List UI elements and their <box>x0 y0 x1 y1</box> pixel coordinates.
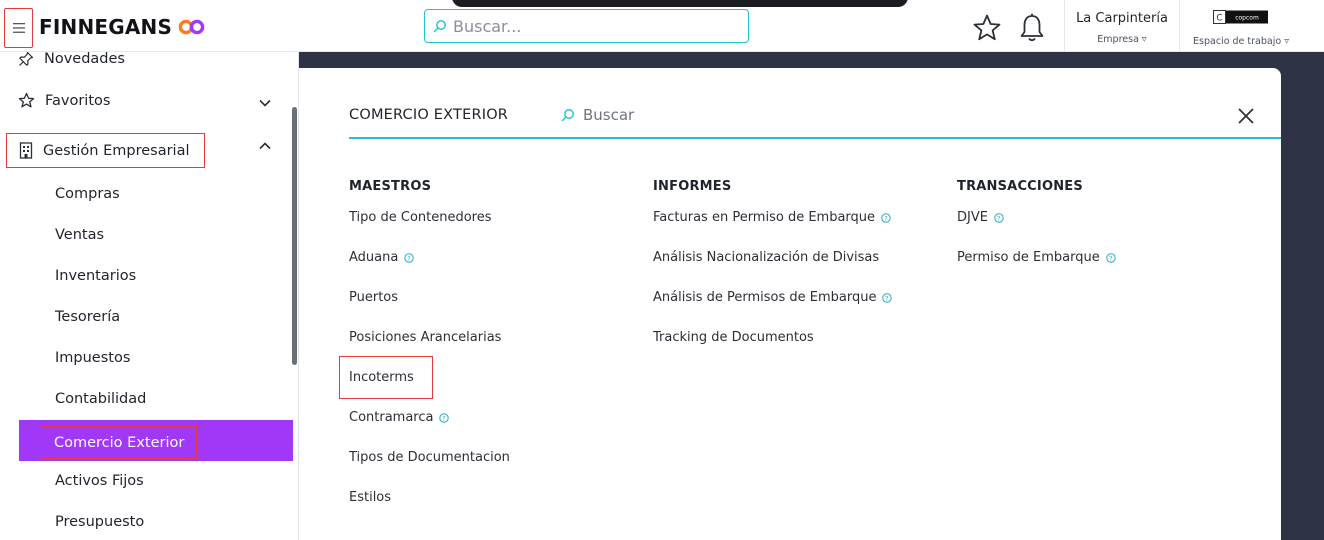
sidebar-item-label: Novedades <box>44 51 125 67</box>
menu-link-estilos[interactable]: Estilos <box>349 490 391 505</box>
sidebar-scrollbar[interactable] <box>292 107 297 365</box>
svg-text:?: ? <box>1109 254 1112 262</box>
svg-text:?: ? <box>443 414 446 422</box>
sidebar-subitem-compras[interactable]: Compras <box>55 186 120 202</box>
sidebar-subitem-ventas[interactable]: Ventas <box>55 227 104 243</box>
menu-link-label: Contramarca <box>349 410 434 425</box>
menu-link-permiso-de-embarque[interactable]: Permiso de Embarque ? <box>957 250 1116 265</box>
menu-link-analisis-nacionalizacion-de-divisas[interactable]: Análisis Nacionalización de Divisas <box>653 250 879 265</box>
company-label: Empresa ▿ <box>1097 34 1147 45</box>
module-menu-panel: COMERCIO EXTERIOR MAESTROS Tipo de Conte… <box>299 68 1281 540</box>
top-notification-bar <box>452 0 908 7</box>
sidebar-subitem-activos-fijos[interactable]: Activos Fijos <box>55 473 144 489</box>
help-icon[interactable]: ? <box>1106 252 1116 263</box>
workspace-selector[interactable]: C copcom Espacio de trabajo ▿ <box>1182 0 1300 52</box>
top-header: FINNEGANS La Carpintería Empresa ▿ C cop… <box>0 0 1324 52</box>
sidebar-subitem-presupuesto[interactable]: Presupuesto <box>55 514 144 530</box>
search-icon <box>561 109 574 122</box>
menu-link-label: Tipo de Contenedores <box>349 210 492 225</box>
svg-text:?: ? <box>884 214 887 222</box>
menu-link-djve[interactable]: DJVE ? <box>957 210 1004 225</box>
menu-link-label: Incoterms <box>349 370 414 385</box>
sidebar-section-gestion-empresarial[interactable]: Gestión Empresarial <box>6 133 205 168</box>
sidebar-item-label: Favoritos <box>45 92 111 109</box>
help-icon[interactable]: ? <box>882 292 893 303</box>
menu-link-label: Puertos <box>349 290 399 305</box>
sidebar-subitem-label: Comercio Exterior <box>41 426 198 459</box>
svg-text:?: ? <box>408 254 411 262</box>
menu-link-tracking-de-documentos[interactable]: Tracking de Documentos <box>653 330 814 345</box>
logo-infinity-icon <box>178 19 205 35</box>
column-heading-transacciones: TRANSACCIONES <box>957 179 1083 194</box>
svg-text:?: ? <box>886 294 889 302</box>
chevron-down-icon[interactable] <box>258 98 272 108</box>
column-heading-maestros: MAESTROS <box>349 179 432 194</box>
menu-link-facturas-en-permiso-de-embarque[interactable]: Facturas en Permiso de Embarque ? <box>653 210 891 225</box>
logo-text: FINNEGANS <box>39 15 173 39</box>
sidebar-subitem-impuestos[interactable]: Impuestos <box>55 350 130 366</box>
workspace-logo-text: copcom <box>1235 15 1259 22</box>
sidebar-subitem-comercio-exterior[interactable]: Comercio Exterior <box>19 420 293 461</box>
sidebar-subitem-tesoreria[interactable]: Tesorería <box>55 309 120 325</box>
svg-text:?: ? <box>997 214 1000 222</box>
close-icon[interactable] <box>1237 107 1255 125</box>
help-icon[interactable]: ? <box>881 212 891 223</box>
panel-divider <box>349 137 1281 139</box>
menu-link-tipos-de-documentacion[interactable]: Tipos de Documentacion <box>349 450 510 465</box>
company-name: La Carpintería <box>1076 11 1168 26</box>
panel-search-box[interactable] <box>561 106 883 124</box>
global-search-box[interactable] <box>424 9 749 43</box>
hamburger-icon <box>12 23 25 33</box>
star-icon <box>18 92 35 108</box>
menu-link-tipo-de-contenedores[interactable]: Tipo de Contenedores <box>349 210 492 225</box>
menu-link-label: Análisis de Permisos de Embarque <box>653 290 877 305</box>
company-selector[interactable]: La Carpintería Empresa ▿ <box>1064 0 1180 52</box>
finnegans-logo[interactable]: FINNEGANS <box>39 15 206 39</box>
menu-link-incoterms[interactable]: Incoterms <box>349 370 414 385</box>
menu-link-label: DJVE <box>957 210 988 225</box>
menu-link-analisis-de-permisos-de-embarque[interactable]: Análisis de Permisos de Embarque ? <box>653 290 893 305</box>
global-search-input[interactable] <box>453 16 733 36</box>
menu-link-posiciones-arancelarias[interactable]: Posiciones Arancelarias <box>349 330 501 345</box>
menu-link-label: Facturas en Permiso de Embarque <box>653 210 876 225</box>
sidebar-item-novedades[interactable]: Novedades <box>18 51 125 67</box>
main-area: COMERCIO EXTERIOR MAESTROS Tipo de Conte… <box>299 52 1324 540</box>
search-icon <box>433 20 446 33</box>
chevron-up-icon[interactable] <box>258 141 272 151</box>
hamburger-menu-button[interactable] <box>4 8 33 48</box>
menu-link-label: Aduana <box>349 250 399 265</box>
column-heading-informes: INFORMES <box>653 179 732 194</box>
notifications-bell-icon[interactable] <box>1018 13 1046 43</box>
svg-text:C: C <box>1216 14 1222 24</box>
workspace-logo: C copcom <box>1213 10 1268 24</box>
sidebar-section-label: Gestión Empresarial <box>43 142 190 159</box>
menu-link-label: Análisis Nacionalización de Divisas <box>653 250 880 265</box>
workspace-label: Espacio de trabajo ▿ <box>1193 36 1289 47</box>
sidebar: Novedades Favoritos Gestión Empresarial … <box>0 51 299 540</box>
sidebar-subitem-contabilidad[interactable]: Contabilidad <box>55 391 146 407</box>
sidebar-subitem-inventarios[interactable]: Inventarios <box>55 268 136 284</box>
help-icon[interactable]: ? <box>994 212 1004 223</box>
menu-link-contramarca[interactable]: Contramarca ? <box>349 410 450 425</box>
menu-link-label: Posiciones Arancelarias <box>349 330 502 345</box>
menu-link-label: Tipos de Documentacion <box>349 450 510 465</box>
menu-link-aduana[interactable]: Aduana ? <box>349 250 415 265</box>
help-icon[interactable]: ? <box>439 412 450 423</box>
favorites-star-icon[interactable] <box>972 13 1002 43</box>
menu-link-label: Permiso de Embarque <box>957 250 1100 265</box>
menu-link-label: Tracking de Documentos <box>653 330 814 345</box>
sidebar-item-favoritos[interactable]: Favoritos <box>18 92 110 109</box>
panel-title: COMERCIO EXTERIOR <box>349 107 509 123</box>
menu-link-puertos[interactable]: Puertos <box>349 290 398 305</box>
building-icon <box>19 142 33 159</box>
panel-search-input[interactable] <box>583 106 883 124</box>
menu-link-label: Estilos <box>349 490 392 505</box>
pin-icon <box>19 51 34 66</box>
help-icon[interactable]: ? <box>404 252 415 263</box>
